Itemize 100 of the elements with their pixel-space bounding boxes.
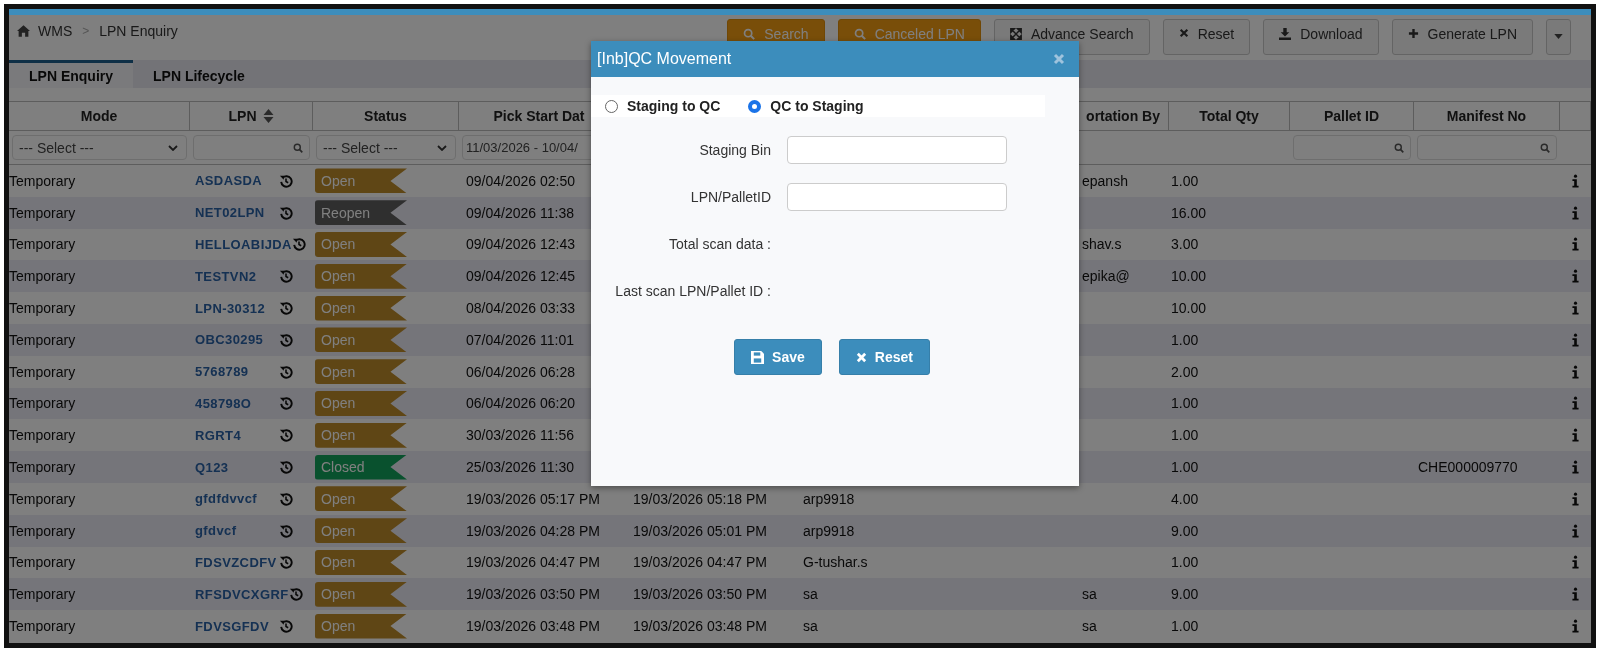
- table-cell: 2.00: [1171, 363, 1199, 380]
- breadcrumb-separator: >: [82, 23, 90, 38]
- history-icon[interactable]: [279, 301, 293, 316]
- table-cell: 10.00: [1171, 300, 1207, 317]
- column-header[interactable]: Pick Start Dat: [493, 108, 585, 124]
- lpn-link[interactable]: Q123: [195, 459, 229, 475]
- toolbar-button[interactable]: Download: [1263, 18, 1379, 55]
- search-field[interactable]: [193, 135, 310, 160]
- table-cell: 09/04/2026 12:43: [466, 236, 575, 253]
- table-cell: Temporary: [9, 395, 76, 412]
- column-header[interactable]: ortation By: [1086, 108, 1160, 124]
- radio-button[interactable]: [748, 99, 762, 113]
- download-icon: [1279, 27, 1292, 40]
- breadcrumb-link[interactable]: WMS: [38, 22, 73, 39]
- dialog-button[interactable]: Save: [734, 339, 822, 375]
- info-icon[interactable]: [1572, 205, 1579, 220]
- table-cell: Temporary: [9, 236, 76, 253]
- table-cell: 25/03/2026 11:30: [466, 459, 574, 476]
- info-icon[interactable]: [1572, 491, 1579, 506]
- history-icon[interactable]: [279, 396, 293, 411]
- table-cell: 4.00: [1171, 490, 1199, 507]
- table-cell: 1.00: [1171, 459, 1199, 476]
- info-icon[interactable]: [1572, 269, 1579, 284]
- history-icon[interactable]: [288, 587, 303, 602]
- history-icon[interactable]: [279, 269, 293, 284]
- info-icon[interactable]: [1572, 396, 1579, 411]
- lpn-link[interactable]: gfdvcf: [195, 523, 237, 539]
- lpn-link[interactable]: gfdfdvvcf: [195, 491, 258, 507]
- history-icon[interactable]: [279, 491, 293, 506]
- status-badge: Open: [315, 168, 407, 194]
- field-label: LPN/PalletID: [689, 189, 771, 205]
- search-icon: [1394, 142, 1404, 153]
- dropdown-button[interactable]: [1546, 18, 1571, 55]
- lpn-link[interactable]: FDSVZCDFV: [195, 554, 277, 570]
- tab[interactable]: LPN Lifecycle: [133, 60, 265, 88]
- dropdown[interactable]: --- Select ---: [12, 135, 187, 160]
- column-header[interactable]: Manifest No: [1446, 108, 1527, 124]
- table-cell: 19/03/2026 05:17 PM: [466, 490, 600, 507]
- history-icon[interactable]: [279, 364, 293, 379]
- lpn-link[interactable]: FDVSGFDV: [195, 618, 269, 634]
- dropdown[interactable]: --- Select ---: [316, 135, 456, 160]
- tab[interactable]: LPN Enquiry: [9, 60, 133, 88]
- lpn-link[interactable]: RGRT4: [195, 427, 242, 443]
- column-header[interactable]: Status: [364, 108, 407, 124]
- search-field[interactable]: [1293, 135, 1411, 160]
- info-icon[interactable]: [1572, 332, 1579, 347]
- history-icon[interactable]: [279, 428, 293, 443]
- breadcrumb-current: LPN Enquiry: [99, 22, 178, 39]
- input-field[interactable]: [787, 136, 1007, 164]
- history-icon[interactable]: [279, 523, 293, 538]
- table-cell: arp9918: [803, 490, 855, 507]
- info-icon[interactable]: [1572, 237, 1579, 252]
- column-header[interactable]: Total Qty: [1199, 108, 1259, 124]
- lpn-link[interactable]: HELLOABIJDA: [195, 237, 292, 252]
- history-icon[interactable]: [279, 205, 293, 220]
- lpn-link[interactable]: 458798O: [195, 395, 252, 411]
- search-field[interactable]: [1417, 135, 1557, 160]
- chevron-down-icon: [437, 144, 447, 151]
- history-icon[interactable]: [279, 332, 293, 347]
- lpn-link[interactable]: TESTVN2: [195, 268, 257, 284]
- history-icon[interactable]: [279, 173, 293, 188]
- input-field[interactable]: [787, 183, 1007, 211]
- lpn-link[interactable]: NET02LPN: [195, 205, 265, 221]
- history-icon[interactable]: [291, 237, 306, 252]
- status-badge: Closed: [315, 454, 407, 480]
- lpn-link[interactable]: OBC30295: [195, 332, 264, 348]
- info-icon[interactable]: [1572, 428, 1579, 443]
- lpn-link[interactable]: 5768789: [195, 364, 249, 380]
- status-badge: Open: [315, 295, 407, 321]
- table-cell: 10.00: [1171, 268, 1207, 285]
- table-cell: sa: [803, 586, 818, 603]
- history-icon[interactable]: [279, 555, 293, 570]
- info-icon[interactable]: [1572, 555, 1579, 570]
- radio-button[interactable]: [605, 99, 618, 113]
- history-icon[interactable]: [279, 460, 293, 475]
- radio-label[interactable]: QC to Staging: [770, 98, 864, 114]
- info-icon[interactable]: [1572, 460, 1579, 475]
- column-header[interactable]: LPN: [228, 108, 257, 124]
- lpn-link[interactable]: LPN-30312: [195, 300, 266, 316]
- info-icon[interactable]: [1572, 587, 1579, 602]
- info-icon[interactable]: [1572, 523, 1579, 538]
- info-icon[interactable]: [1572, 301, 1579, 316]
- history-icon[interactable]: [279, 619, 293, 634]
- table-cell: Temporary: [9, 490, 76, 507]
- sort-icon[interactable]: [262, 109, 274, 123]
- radio-label[interactable]: Staging to QC: [627, 98, 721, 114]
- toolbar-button[interactable]: Generate LPN: [1391, 18, 1533, 55]
- lpn-link[interactable]: ASDASDA: [195, 173, 263, 189]
- toolbar-button[interactable]: Reset: [1162, 18, 1251, 55]
- home-icon[interactable]: [17, 24, 30, 37]
- table-cell: Temporary: [9, 618, 76, 635]
- info-icon[interactable]: [1572, 619, 1579, 634]
- dialog-button[interactable]: Reset: [838, 339, 930, 375]
- info-icon[interactable]: [1572, 173, 1579, 188]
- column-header[interactable]: Pallet ID: [1323, 108, 1380, 124]
- lpn-link[interactable]: RFSDVCXGRF: [195, 586, 289, 602]
- table-cell: 09/04/2026 12:45: [466, 268, 575, 285]
- info-icon[interactable]: [1572, 364, 1579, 379]
- column-header[interactable]: Mode: [80, 108, 118, 124]
- table-cell: Temporary: [9, 300, 76, 317]
